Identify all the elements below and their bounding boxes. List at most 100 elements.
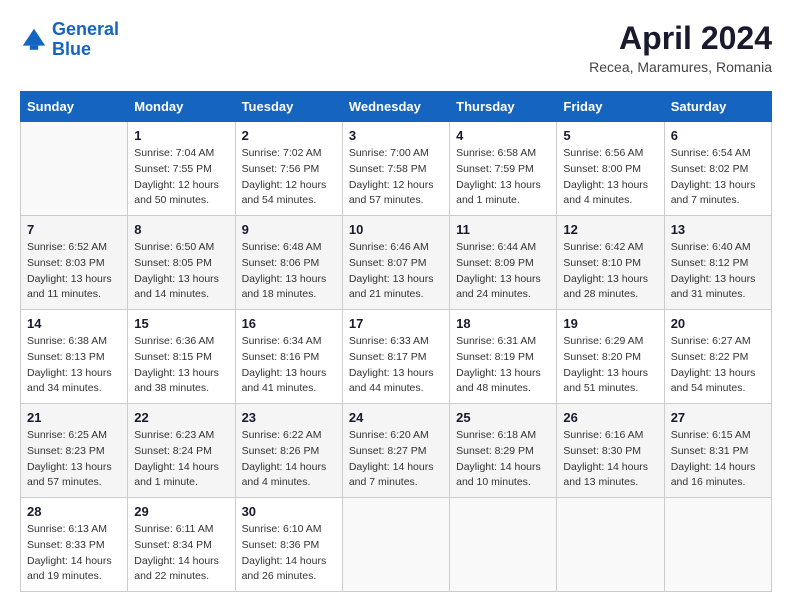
calendar-week-row: 7 Sunrise: 6:52 AM Sunset: 8:03 PM Daylig…	[21, 216, 772, 310]
calendar-day-cell: 27 Sunrise: 6:15 AM Sunset: 8:31 PM Dayli…	[664, 404, 771, 498]
day-number: 29	[134, 504, 228, 519]
day-info: Sunrise: 6:36 AM Sunset: 8:15 PM Dayligh…	[134, 334, 228, 397]
day-of-week-header: Friday	[557, 92, 664, 122]
calendar-day-cell: 20Sunrise: 6:27 AM Sunset: 8:22 PM Dayli…	[664, 310, 771, 404]
day-info: Sunrise: 6:27 AM Sunset: 8:22 PM Dayligh…	[671, 334, 765, 397]
day-info: Sunrise: 6:38 AM Sunset: 8:13 PM Dayligh…	[27, 334, 121, 397]
calendar-day-cell: 1 Sunrise: 7:04 AM Sunset: 7:55 PM Daylig…	[128, 122, 235, 216]
day-number: 13	[671, 222, 765, 237]
calendar-day-cell: 24Sunrise: 6:20 AM Sunset: 8:27 PM Dayli…	[342, 404, 449, 498]
calendar-table: SundayMondayTuesdayWednesdayThursdayFrid…	[20, 91, 772, 592]
calendar-day-cell: 29Sunrise: 6:11 AM Sunset: 8:34 PM Dayli…	[128, 498, 235, 592]
day-number: 25	[456, 410, 550, 425]
calendar-day-cell: 2 Sunrise: 7:02 AM Sunset: 7:56 PM Daylig…	[235, 122, 342, 216]
day-info: Sunrise: 6:52 AM Sunset: 8:03 PM Dayligh…	[27, 240, 121, 303]
day-number: 22	[134, 410, 228, 425]
calendar-body: 1 Sunrise: 7:04 AM Sunset: 7:55 PM Daylig…	[21, 122, 772, 592]
calendar-day-cell: 18 Sunrise: 6:31 AM Sunset: 8:19 PM Dayli…	[450, 310, 557, 404]
calendar-day-cell: 28 Sunrise: 6:13 AM Sunset: 8:33 PM Dayli…	[21, 498, 128, 592]
logo: General Blue	[20, 20, 119, 60]
day-number: 18	[456, 316, 550, 331]
day-number: 11	[456, 222, 550, 237]
day-of-week-header: Sunday	[21, 92, 128, 122]
day-number: 3	[349, 128, 443, 143]
logo-line2: Blue	[52, 39, 91, 59]
day-number: 30	[242, 504, 336, 519]
day-info: Sunrise: 6:46 AM Sunset: 8:07 PM Dayligh…	[349, 240, 443, 303]
day-info: Sunrise: 7:02 AM Sunset: 7:56 PM Dayligh…	[242, 146, 336, 209]
day-number: 28	[27, 504, 121, 519]
day-info: Sunrise: 6:50 AM Sunset: 8:05 PM Dayligh…	[134, 240, 228, 303]
day-info: Sunrise: 6:34 AM Sunset: 8:16 PM Dayligh…	[242, 334, 336, 397]
day-number: 10	[349, 222, 443, 237]
day-info: Sunrise: 6:31 AM Sunset: 8:19 PM Dayligh…	[456, 334, 550, 397]
calendar-day-cell: 4 Sunrise: 6:58 AM Sunset: 7:59 PM Daylig…	[450, 122, 557, 216]
day-number: 27	[671, 410, 765, 425]
calendar-day-cell: 11 Sunrise: 6:44 AM Sunset: 8:09 PM Dayli…	[450, 216, 557, 310]
day-info: Sunrise: 6:42 AM Sunset: 8:10 PM Dayligh…	[563, 240, 657, 303]
day-info: Sunrise: 6:15 AM Sunset: 8:31 PM Dayligh…	[671, 428, 765, 491]
calendar-day-cell	[664, 498, 771, 592]
calendar-day-cell: 13Sunrise: 6:40 AM Sunset: 8:12 PM Dayli…	[664, 216, 771, 310]
day-of-week-header: Saturday	[664, 92, 771, 122]
day-number: 12	[563, 222, 657, 237]
day-number: 6	[671, 128, 765, 143]
page-header: General Blue April 2024 Recea, Maramures…	[20, 20, 772, 75]
day-of-week-header: Tuesday	[235, 92, 342, 122]
calendar-day-cell: 16 Sunrise: 6:34 AM Sunset: 8:16 PM Dayli…	[235, 310, 342, 404]
day-info: Sunrise: 6:54 AM Sunset: 8:02 PM Dayligh…	[671, 146, 765, 209]
logo-icon	[20, 26, 48, 54]
calendar-day-cell: 3 Sunrise: 7:00 AM Sunset: 7:58 PM Daylig…	[342, 122, 449, 216]
day-number: 5	[563, 128, 657, 143]
day-info: Sunrise: 6:20 AM Sunset: 8:27 PM Dayligh…	[349, 428, 443, 491]
day-info: Sunrise: 6:18 AM Sunset: 8:29 PM Dayligh…	[456, 428, 550, 491]
calendar-week-row: 28 Sunrise: 6:13 AM Sunset: 8:33 PM Dayli…	[21, 498, 772, 592]
day-info: Sunrise: 6:25 AM Sunset: 8:23 PM Dayligh…	[27, 428, 121, 491]
calendar-day-cell: 26 Sunrise: 6:16 AM Sunset: 8:30 PM Dayli…	[557, 404, 664, 498]
day-info: Sunrise: 7:00 AM Sunset: 7:58 PM Dayligh…	[349, 146, 443, 209]
day-number: 15	[134, 316, 228, 331]
calendar-day-cell	[342, 498, 449, 592]
day-number: 23	[242, 410, 336, 425]
day-number: 9	[242, 222, 336, 237]
calendar-day-cell: 19 Sunrise: 6:29 AM Sunset: 8:20 PM Dayli…	[557, 310, 664, 404]
day-number: 14	[27, 316, 121, 331]
day-info: Sunrise: 6:16 AM Sunset: 8:30 PM Dayligh…	[563, 428, 657, 491]
day-number: 21	[27, 410, 121, 425]
day-info: Sunrise: 6:58 AM Sunset: 7:59 PM Dayligh…	[456, 146, 550, 209]
calendar-day-cell: 14 Sunrise: 6:38 AM Sunset: 8:13 PM Dayli…	[21, 310, 128, 404]
logo-text: General Blue	[52, 20, 119, 60]
logo-line1: General	[52, 19, 119, 39]
day-info: Sunrise: 6:29 AM Sunset: 8:20 PM Dayligh…	[563, 334, 657, 397]
subtitle: Recea, Maramures, Romania	[589, 59, 772, 75]
day-info: Sunrise: 6:23 AM Sunset: 8:24 PM Dayligh…	[134, 428, 228, 491]
day-info: Sunrise: 6:13 AM Sunset: 8:33 PM Dayligh…	[27, 522, 121, 585]
day-number: 26	[563, 410, 657, 425]
day-number: 19	[563, 316, 657, 331]
day-number: 16	[242, 316, 336, 331]
calendar-day-cell: 5Sunrise: 6:56 AM Sunset: 8:00 PM Daylig…	[557, 122, 664, 216]
calendar-day-cell: 25 Sunrise: 6:18 AM Sunset: 8:29 PM Dayli…	[450, 404, 557, 498]
day-number: 7	[27, 222, 121, 237]
calendar-week-row: 21 Sunrise: 6:25 AM Sunset: 8:23 PM Dayli…	[21, 404, 772, 498]
day-number: 4	[456, 128, 550, 143]
day-number: 2	[242, 128, 336, 143]
day-number: 1	[134, 128, 228, 143]
calendar-day-cell: 8Sunrise: 6:50 AM Sunset: 8:05 PM Daylig…	[128, 216, 235, 310]
calendar-week-row: 14 Sunrise: 6:38 AM Sunset: 8:13 PM Dayli…	[21, 310, 772, 404]
calendar-day-cell: 17Sunrise: 6:33 AM Sunset: 8:17 PM Dayli…	[342, 310, 449, 404]
day-info: Sunrise: 6:10 AM Sunset: 8:36 PM Dayligh…	[242, 522, 336, 585]
calendar-day-cell: 15 Sunrise: 6:36 AM Sunset: 8:15 PM Dayli…	[128, 310, 235, 404]
calendar-day-cell: 10 Sunrise: 6:46 AM Sunset: 8:07 PM Dayli…	[342, 216, 449, 310]
calendar-day-cell: 21 Sunrise: 6:25 AM Sunset: 8:23 PM Dayli…	[21, 404, 128, 498]
day-of-week-header: Monday	[128, 92, 235, 122]
day-info: Sunrise: 6:44 AM Sunset: 8:09 PM Dayligh…	[456, 240, 550, 303]
calendar-day-cell	[21, 122, 128, 216]
calendar-day-cell: 30 Sunrise: 6:10 AM Sunset: 8:36 PM Dayli…	[235, 498, 342, 592]
main-title: April 2024	[589, 20, 772, 57]
day-of-week-header: Wednesday	[342, 92, 449, 122]
calendar-day-cell	[450, 498, 557, 592]
title-block: April 2024 Recea, Maramures, Romania	[589, 20, 772, 75]
day-info: Sunrise: 7:04 AM Sunset: 7:55 PM Dayligh…	[134, 146, 228, 209]
calendar-day-cell: 22 Sunrise: 6:23 AM Sunset: 8:24 PM Dayli…	[128, 404, 235, 498]
